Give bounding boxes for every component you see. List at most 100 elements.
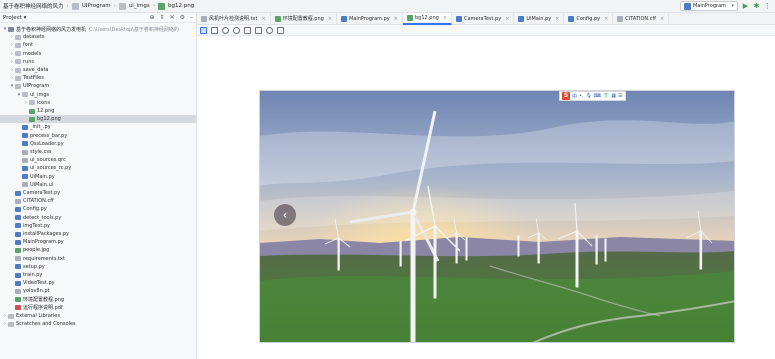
color-picker-icon[interactable]	[266, 26, 273, 34]
actual-size-icon[interactable]	[244, 26, 251, 34]
tree-item[interactable]: requirements.txt	[0, 255, 196, 263]
tree-item[interactable]: UiMain.ui	[0, 181, 196, 189]
close-tab-icon[interactable]: ×	[555, 16, 559, 22]
sogou-logo-icon[interactable]: S	[562, 92, 570, 100]
keyboard-icon[interactable]: ⌨	[594, 93, 601, 99]
tree-item[interactable]: _init_.py	[0, 123, 196, 131]
breadcrumb-item-uiprogram[interactable]: UIProgram	[82, 3, 111, 9]
tree-item[interactable]: ▾ UIProgram	[0, 82, 196, 90]
editor-tab[interactable]: UiMain.py ×	[514, 12, 565, 25]
collapse-icon[interactable]: ⇕	[160, 14, 165, 21]
editor-tab[interactable]: 环境配置教程.png ×	[271, 12, 337, 25]
tree-item[interactable]: › runs	[0, 58, 196, 66]
editor-tab[interactable]: Config.py ×	[564, 12, 614, 25]
text-file-icon	[201, 15, 207, 22]
more-icon[interactable]: ⋮	[764, 2, 771, 10]
tree-item-label: font	[23, 42, 33, 49]
editor-tab[interactable]: bg12.png ×	[402, 12, 452, 25]
tree-item[interactable]: ▾ ui_imgs	[0, 91, 196, 99]
tree-item[interactable]: 环境配置教程.png	[0, 296, 196, 304]
tree-item[interactable]: › icons	[0, 99, 196, 107]
tree-item[interactable]: 运行程序说明.pdf	[0, 304, 196, 312]
microphone-icon[interactable]: 🎙	[586, 93, 592, 99]
python-file-icon	[15, 264, 21, 270]
tree-item[interactable]: detect_tools.py	[0, 214, 196, 222]
fit-to-window-icon[interactable]	[255, 26, 262, 34]
tree-item[interactable]: people.jpg	[0, 246, 196, 254]
tree-item-label: imgTest.py	[23, 222, 51, 229]
python-file-icon	[15, 280, 21, 286]
tree-item[interactable]: QssLoader.py	[0, 140, 196, 148]
close-tab-icon[interactable]: ×	[261, 16, 265, 22]
ime-menu-icon[interactable]: ☰	[618, 93, 622, 99]
tree-item[interactable]: precess_bar.py	[0, 132, 196, 140]
debug-icon[interactable]: ✱	[753, 2, 760, 10]
tree-item[interactable]: Config.py	[0, 205, 196, 213]
tree-item[interactable]: › models	[0, 50, 196, 58]
ime-language-toggle[interactable]: 中	[572, 93, 577, 100]
toolbox-icon[interactable]: ▦	[611, 93, 616, 99]
tree-item[interactable]: bg12.png	[0, 115, 196, 124]
tree-item[interactable]: 12.png	[0, 107, 196, 115]
tree-item[interactable]: › External Libraries	[0, 312, 196, 320]
folder-icon	[29, 100, 35, 106]
zoom-in-icon[interactable]	[222, 26, 229, 34]
run-config-select[interactable]: MainProgram ▾	[680, 1, 738, 11]
edit-image-icon[interactable]	[277, 26, 284, 34]
punctuation-icon[interactable]: •,	[579, 93, 584, 99]
gear-icon[interactable]: ⚙	[180, 14, 185, 21]
tree-item[interactable]: › save_data	[0, 66, 196, 74]
minimize-icon[interactable]: –	[190, 14, 193, 21]
previous-arrow-icon[interactable]: ‹	[274, 204, 296, 226]
tree-item-label: _init_.py	[30, 124, 51, 131]
close-tab-icon[interactable]: ×	[505, 16, 509, 22]
tree-item-label: External Libraries	[16, 313, 60, 319]
tree-item[interactable]: VideoTest.py	[0, 279, 196, 287]
breadcrumb-item-file[interactable]: bg12.png	[168, 3, 194, 9]
project-view-dropdown[interactable]: Project ▾	[3, 15, 26, 21]
breadcrumb-item-ui-imgs[interactable]: ui_imgs	[129, 3, 150, 9]
editor-tab[interactable]: CITATION.cff ×	[613, 12, 670, 25]
skin-icon[interactable]: 👕	[603, 93, 609, 99]
chessboard-toggle-icon[interactable]	[200, 26, 207, 34]
tree-item[interactable]: CameraTest.py	[0, 189, 196, 197]
editor-tab-label: CameraTest.py	[464, 15, 502, 22]
locate-icon[interactable]: ⊕	[150, 14, 155, 21]
tree-item[interactable]: UiMain.py	[0, 173, 196, 181]
folder-icon	[8, 321, 14, 327]
tree-item[interactable]: ui_sources_rc.py	[0, 164, 196, 172]
tree-item[interactable]: setup.py	[0, 263, 196, 271]
tree-item[interactable]: › datasets	[0, 33, 196, 41]
tree-item[interactable]: yolov8n.pt	[0, 287, 196, 295]
editor-tab[interactable]: 风机叶片检测说明.txt ×	[197, 12, 271, 25]
close-tab-icon[interactable]: ×	[328, 16, 332, 22]
close-icon[interactable]: ✕	[170, 14, 175, 21]
tree-item-label: TestFiles	[23, 75, 44, 82]
close-tab-icon[interactable]: ×	[660, 16, 664, 22]
close-tab-icon[interactable]: ×	[604, 16, 608, 22]
zoom-out-icon[interactable]	[233, 26, 240, 34]
run-icon[interactable]: ▶	[742, 2, 749, 10]
tree-item[interactable]: style.css	[0, 148, 196, 156]
editor-tab[interactable]: MainProgram.py ×	[337, 12, 403, 25]
grid-toggle-icon[interactable]	[211, 26, 218, 34]
close-tab-icon[interactable]: ×	[443, 15, 447, 21]
tree-item[interactable]: imgTest.py	[0, 222, 196, 230]
tree-item[interactable]: CITATION.cff	[0, 197, 196, 205]
tree-item[interactable]: › font	[0, 41, 196, 49]
tree-item-label: style.css	[30, 149, 52, 155]
tree-item-label: installPackages.py	[23, 231, 70, 237]
tree-item[interactable]: ▾ 基于卷积神经网络的风力发电机 C:\Users\Desktop\基于卷积神经网络…	[0, 25, 196, 33]
tree-item[interactable]: › TestFiles	[0, 74, 196, 82]
tree-item[interactable]: MainProgram.py	[0, 238, 196, 246]
tree-item-label: UiMain.py	[30, 173, 55, 180]
tree-item[interactable]: train.py	[0, 271, 196, 279]
project-name[interactable]: 基于卷积神经网络的风力	[3, 2, 64, 10]
tree-item[interactable]: ui_sources.qrc	[0, 156, 196, 164]
tree-item[interactable]: › Scratches and Consoles	[0, 320, 196, 328]
tree-item[interactable]: installPackages.py	[0, 230, 196, 238]
editor-tab[interactable]: CameraTest.py ×	[452, 12, 515, 25]
image-viewer-toolbar	[197, 25, 775, 36]
close-tab-icon[interactable]: ×	[394, 16, 398, 22]
python-file-icon	[15, 231, 21, 237]
